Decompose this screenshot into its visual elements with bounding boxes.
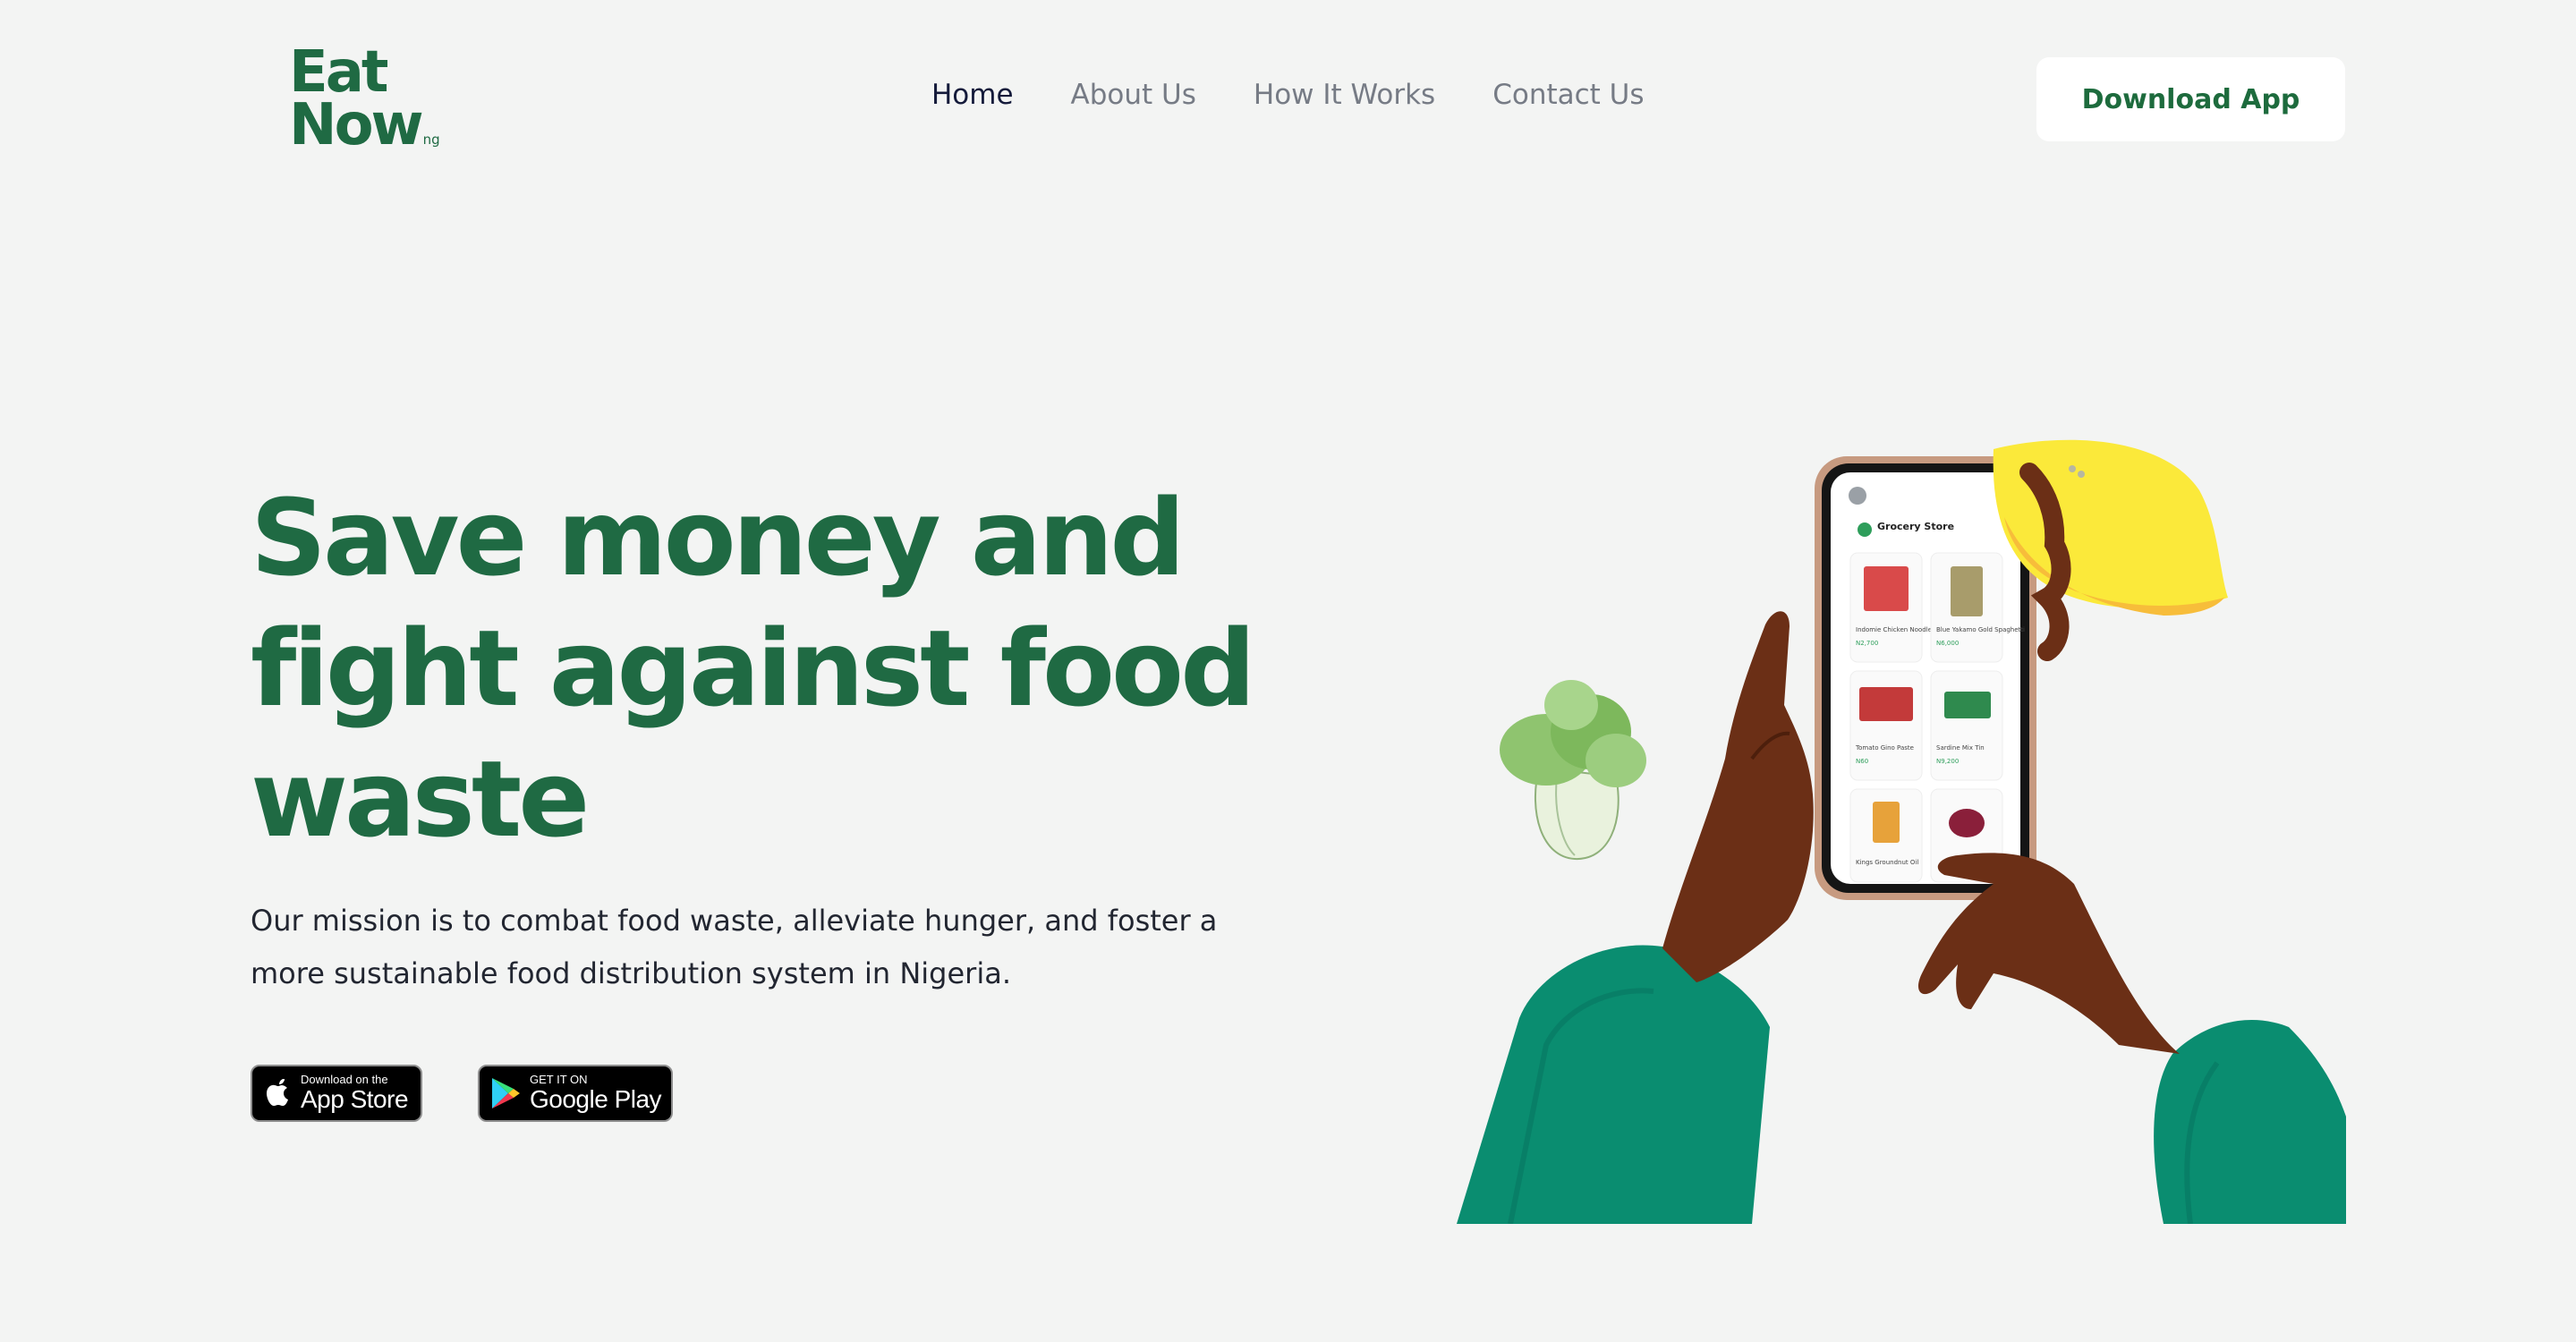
google-play-icon (490, 1076, 521, 1110)
logo-text-line2: Now ng (289, 91, 440, 158)
hero-illustration: Grocery Store Indomie Chicken Noodles N2… (1457, 439, 2346, 1224)
googleplay-big-text: Google Play (530, 1085, 662, 1113)
download-app-button[interactable]: Download App (2036, 57, 2345, 141)
mission-line-2: more sustainable food distribution syste… (251, 956, 1011, 990)
nav-home[interactable]: Home (931, 79, 1014, 111)
phone-product-name-4: Sardine Mix Tin (1936, 744, 1985, 752)
nav-how-it-works[interactable]: How It Works (1254, 79, 1435, 111)
phone-product-name-3: Tomato Gino Paste (1855, 744, 1914, 752)
phone-product-name-5: Kings Groundnut Oil (1856, 859, 1918, 866)
headline-line-1: Save money and (251, 476, 1186, 599)
phone-store-title: Grocery Store (1877, 521, 1954, 532)
logo-suffix: ng (422, 131, 440, 148)
right-sleeve (2154, 1019, 2346, 1224)
eatnow-logo[interactable]: Eat Now ng (289, 44, 440, 158)
appstore-small-text: Download on the (301, 1073, 388, 1086)
main-nav: Home About Us How It Works Contact Us (931, 79, 1645, 111)
grocery-store-icon (1858, 522, 1872, 537)
googleplay-small-text: GET IT ON (530, 1073, 588, 1086)
phone-product-price-1: N2,700 (1856, 640, 1878, 647)
app-store-badge[interactable]: Download on the App Store (251, 1065, 422, 1122)
user-avatar-icon (1849, 487, 1866, 505)
mission-line-1: Our mission is to combat food waste, all… (251, 904, 1218, 938)
appstore-big-text: App Store (301, 1085, 409, 1113)
left-sleeve (1457, 945, 1770, 1224)
nav-about-us[interactable]: About Us (1071, 79, 1196, 111)
headline-line-2: fight against food (251, 607, 1256, 730)
phone-product-price-2: N6,000 (1936, 640, 1959, 647)
phone-product-price-3: N60 (1856, 758, 1868, 765)
headline-line-3: waste (251, 737, 590, 861)
apple-icon (265, 1077, 292, 1109)
left-hand (1662, 611, 1814, 982)
mission-statement: Our mission is to combat food waste, all… (251, 895, 1253, 1000)
phone-product-price-4: N9,200 (1936, 758, 1959, 765)
google-play-badge[interactable]: GET IT ON Google Play (478, 1065, 673, 1122)
phone-product-name-1: Indomie Chicken Noodles (1856, 626, 1935, 633)
hero-headline: Save money and fight against food waste (251, 472, 1279, 864)
bok-choy-illustration (1500, 680, 1646, 861)
nav-contact-us[interactable]: Contact Us (1492, 79, 1644, 111)
phone-product-name-2: Blue Yakamo Gold Spaghetti (1936, 626, 2025, 633)
